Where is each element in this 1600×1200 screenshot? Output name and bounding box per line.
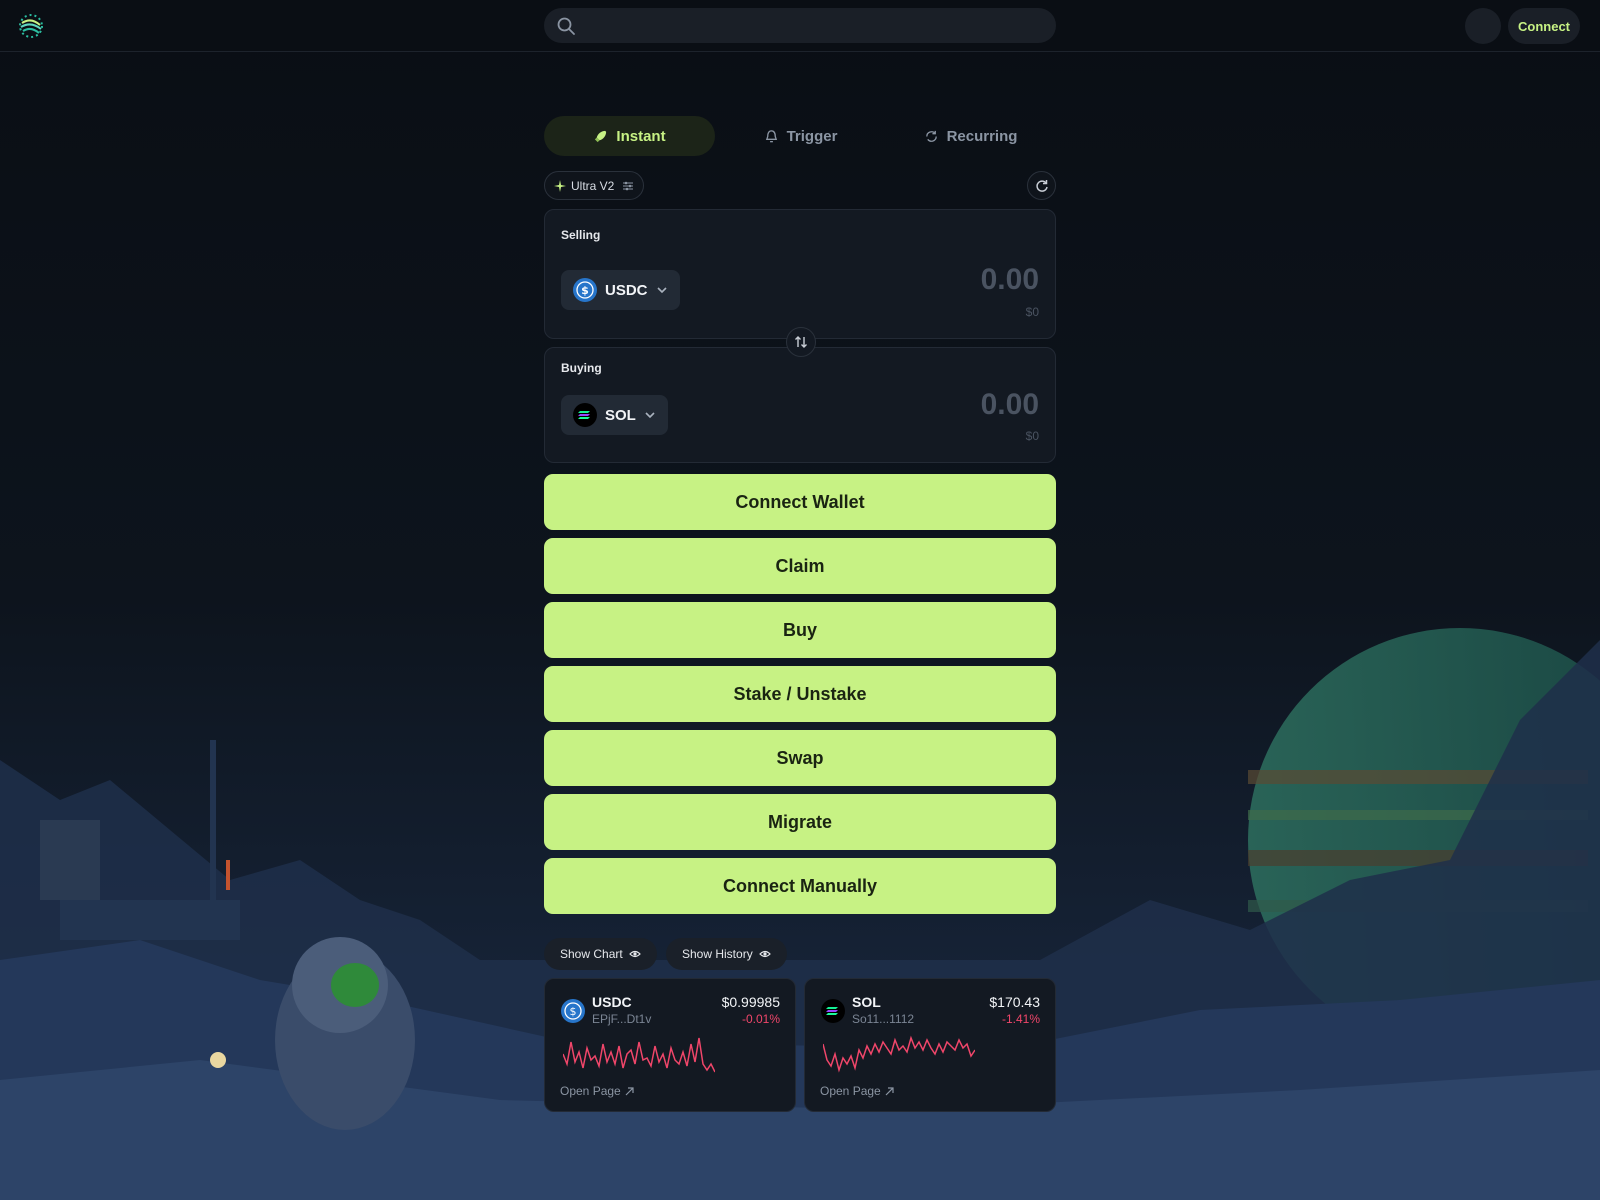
token-symbol: USDC: [592, 994, 632, 1010]
claim-button[interactable]: Claim: [544, 538, 1056, 594]
svg-text:$: $: [581, 284, 589, 297]
sliders-icon: [623, 181, 634, 190]
search-input[interactable]: [544, 8, 1056, 43]
recurring-icon: [925, 130, 937, 142]
open-page-link[interactable]: Open Page: [820, 1084, 894, 1098]
tab-recurring[interactable]: Recurring: [885, 116, 1056, 156]
connect-wallet-button[interactable]: Connect Wallet: [544, 474, 1056, 530]
show-history-button[interactable]: Show History: [666, 938, 787, 970]
chevron-down-icon: [656, 287, 667, 294]
tab-instant-label: Instant: [616, 127, 666, 145]
external-link-icon: [625, 1086, 634, 1095]
token-symbol: SOL: [852, 994, 881, 1010]
open-page-link[interactable]: Open Page: [560, 1084, 634, 1098]
tab-recurring-label: Recurring: [946, 127, 1018, 145]
connect-manually-button[interactable]: Connect Manually: [544, 858, 1056, 914]
sol-token-icon: [573, 403, 597, 427]
swap-arrows-icon: [795, 336, 807, 348]
buying-label: Buying: [561, 361, 602, 375]
buying-token-select[interactable]: SOL: [561, 395, 668, 435]
token-address: EPjF...Dt1v: [592, 1012, 652, 1026]
usdc-token-icon: $: [573, 278, 597, 302]
rocket-icon: [595, 130, 607, 142]
show-chart-button[interactable]: Show Chart: [544, 938, 657, 970]
price-sparkline: [563, 1037, 715, 1073]
show-chart-label: Show Chart: [560, 947, 623, 961]
open-page-label: Open Page: [560, 1084, 621, 1098]
buying-amount-input[interactable]: 0.00: [981, 388, 1039, 422]
selling-token-symbol: USDC: [605, 281, 648, 299]
price-sparkline: [823, 1035, 975, 1073]
token-card-sol[interactable]: SOL So11...1112 $170.43 -1.41% Open Page: [804, 978, 1056, 1112]
token-card-usdc[interactable]: $ USDC EPjF...Dt1v $0.99985 -0.01% Open …: [544, 978, 796, 1112]
sol-token-icon: [821, 999, 845, 1023]
svg-text:$: $: [570, 1005, 577, 1018]
search-icon: [556, 16, 576, 36]
show-history-label: Show History: [682, 947, 753, 961]
avatar[interactable]: [1465, 8, 1501, 44]
token-address: So11...1112: [852, 1012, 915, 1026]
router-selector[interactable]: Ultra V2: [544, 171, 644, 200]
bell-icon: [765, 129, 777, 142]
router-label: Ultra V2: [571, 178, 615, 193]
eye-icon: [628, 950, 641, 958]
token-price: $170.43: [989, 994, 1040, 1010]
swap-direction-button[interactable]: [786, 327, 816, 357]
eye-icon: [758, 950, 771, 958]
token-price-change: -1.41%: [1001, 1012, 1040, 1026]
selling-usd-value: $0: [1025, 305, 1039, 319]
jupiter-logo-icon[interactable]: [18, 13, 44, 39]
order-type-tabs: Instant Trigger Recurring: [544, 116, 1056, 156]
buy-button[interactable]: Buy: [544, 602, 1056, 658]
stake-unstake-button[interactable]: Stake / Unstake: [544, 666, 1056, 722]
token-price-change: -0.01%: [741, 1012, 780, 1026]
refresh-button[interactable]: [1027, 171, 1056, 200]
buying-usd-value: $0: [1025, 429, 1039, 443]
background-scene: [0, 0, 1600, 1200]
refresh-icon: [1035, 179, 1048, 192]
selling-panel: Selling $ USDC 0.00 $0: [544, 209, 1056, 339]
tab-instant[interactable]: Instant: [544, 116, 715, 156]
swap-button[interactable]: Swap: [544, 730, 1056, 786]
usdc-token-icon: $: [561, 999, 585, 1023]
buying-token-symbol: SOL: [605, 406, 636, 424]
migrate-button[interactable]: Migrate: [544, 794, 1056, 850]
connect-button[interactable]: Connect: [1508, 8, 1580, 44]
sparkle-icon: [554, 179, 566, 192]
token-price: $0.99985: [721, 994, 780, 1010]
tab-trigger-label: Trigger: [786, 127, 838, 145]
selling-token-select[interactable]: $ USDC: [561, 270, 680, 310]
chevron-down-icon: [645, 412, 655, 419]
tab-trigger[interactable]: Trigger: [715, 116, 886, 156]
open-page-label: Open Page: [820, 1084, 881, 1098]
external-link-icon: [885, 1086, 894, 1095]
top-header: Connect: [0, 0, 1600, 52]
selling-label: Selling: [561, 228, 601, 242]
buying-panel: Buying SOL 0.00 $0: [544, 347, 1056, 463]
selling-amount-input[interactable]: 0.00: [981, 263, 1039, 297]
